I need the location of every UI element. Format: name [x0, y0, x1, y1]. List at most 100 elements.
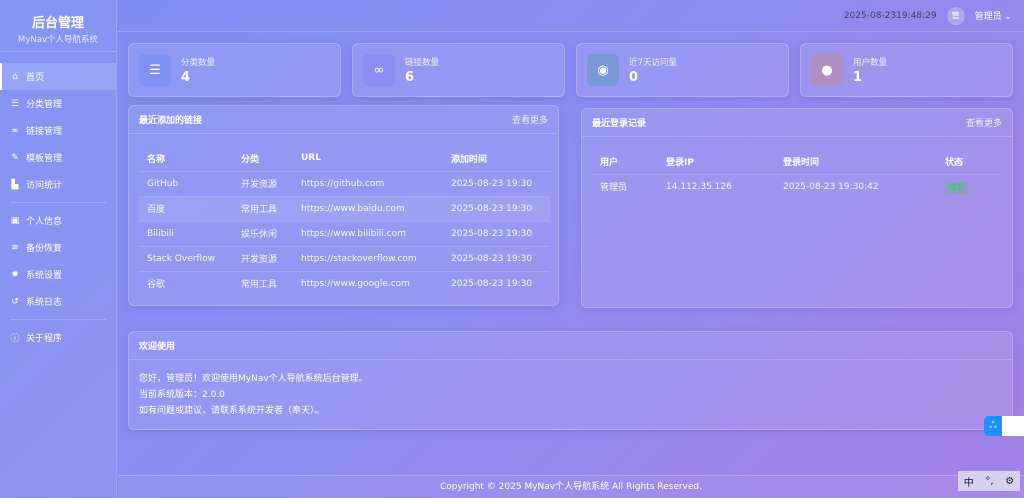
user-icon: ●	[811, 54, 843, 86]
table-cell: 2025-08-23 19:30	[443, 270, 550, 296]
stat-value: 1	[853, 69, 863, 85]
table-cell: https://stackoverflow.com	[293, 245, 443, 271]
brand: 后台管理 MyNav个人导航系统	[0, 0, 116, 52]
column-header: 用户	[600, 157, 619, 168]
table-cell: 开发资源	[233, 170, 293, 196]
table-cell: 百度	[139, 195, 233, 221]
sidebar-nav: ⌂ 首页 ☰ 分类管理 ∞ 链接管理 ✎ 模板管理 ▙ 访问统计 ▣ 个人信息 ≋ 备份恢复 ✹ 系统设置 ↺ 系…	[0, 63, 116, 351]
sidebar-item[interactable]: ▣ 个人信息	[0, 207, 116, 234]
sidebar-item-label: 备份恢复	[26, 244, 63, 254]
column-header: 添加时间	[451, 154, 488, 165]
sidebar-item[interactable]: ✹ 系统设置	[0, 261, 116, 288]
view-more-link[interactable]: 查看更多	[966, 116, 1002, 129]
table-row[interactable]: Bilibili 娱乐休闲 https://www.bilibili.com 2025…	[139, 220, 550, 246]
sidebar-item[interactable]: ▙ 访问统计	[0, 171, 116, 198]
sidebar-item[interactable]: ∞ 链接管理	[0, 117, 116, 144]
table-cell: 2025-08-23 19:30	[443, 245, 550, 271]
table-cell: 14.112.35.126	[658, 173, 775, 199]
links-table: 名称 分类 URL 添加时间 GitHub 开发资源 https://github.com 2…	[139, 146, 550, 296]
table-cell: https://www.google.com	[293, 270, 443, 296]
divider	[10, 202, 106, 203]
user-menu[interactable]: 管理员 ⌄	[975, 9, 1012, 22]
table-row[interactable]: 百度 常用工具 https://www.baidu.com 2025-08-23 19…	[139, 195, 550, 221]
table-cell: https://github.com	[293, 170, 443, 196]
stat-card: ◉ 近7天访问量 0	[576, 43, 789, 97]
table-cell: 开发资源	[233, 245, 293, 271]
link-icon: ∞	[11, 125, 19, 136]
app-title: 后台管理	[31, 16, 84, 31]
version-line: 当前系统版本：2.0.0	[139, 390, 225, 400]
sidebar-item[interactable]: ✎ 模板管理	[0, 144, 116, 171]
sidebar-item[interactable]: ☰ 分类管理	[0, 90, 116, 117]
sidebar-item[interactable]: ≋ 备份恢复	[0, 234, 116, 261]
floating-widget[interactable]: ஃ	[984, 416, 1024, 436]
ime-mode[interactable]: 中	[964, 474, 974, 489]
footer: Copyright © 2025 MyNav个人导航系统 All Rights …	[118, 475, 1024, 497]
stat-card: ∞ 链接数量 6	[352, 43, 565, 97]
sidebar-item[interactable]: ⌂ 首页	[0, 63, 116, 90]
column-header: 登录时间	[783, 157, 820, 168]
history-icon: ↺	[11, 296, 19, 307]
table-cell: Stack Overflow	[139, 245, 233, 271]
datetime: 2025-08-2319:48:29	[843, 10, 937, 21]
sidebar-item-label: 首页	[26, 73, 45, 83]
contact-line: 如有问题或建议，请联系系统开发者（奉天）。	[139, 406, 324, 416]
divider	[10, 319, 106, 320]
stat-label: 链接数量	[405, 57, 440, 68]
stat-value: 6	[405, 69, 415, 85]
stat-label: 近7天访问量	[629, 57, 677, 68]
chevron-down-icon: ⌄	[1004, 12, 1012, 22]
table-row[interactable]: 管理员 14.112.35.126 2025-08-23 19:30:42 成功	[592, 173, 1000, 199]
sidebar-item-label: 链接管理	[26, 127, 63, 137]
card-title: 最近添加的链接	[139, 116, 203, 126]
table-cell: 2025-08-23 19:30	[443, 220, 550, 246]
table-cell: 常用工具	[233, 195, 293, 221]
table-header: 用户 登录IP 登录时间 状态	[592, 149, 1000, 174]
chart-icon: ▙	[11, 179, 19, 190]
sidebar-item[interactable]: ↺ 系统日志	[0, 288, 116, 315]
ime-punct[interactable]: °,	[985, 476, 993, 487]
column-header: 状态	[945, 157, 964, 168]
user-name: 管理员	[974, 12, 1002, 22]
sidebar-item[interactable]: ⓘ 关于程序	[0, 324, 116, 351]
sidebar: 后台管理 MyNav个人导航系统 ⌂ 首页 ☰ 分类管理 ∞ 链接管理 ✎ 模板管理 ▙ 访问统计…	[0, 0, 117, 497]
list-icon: ☰	[10, 98, 20, 109]
sidebar-item-label: 分类管理	[26, 100, 63, 110]
logins-table: 用户 登录IP 登录时间 状态 管理员 14.112.35.126 2025-08-23 1…	[592, 149, 1000, 199]
table-row[interactable]: GitHub 开发资源 https://github.com 2025-08-23 1…	[139, 170, 550, 196]
table-row[interactable]: Stack Overflow 开发资源 https://stackoverflow.…	[139, 245, 550, 271]
table-cell: 成功	[937, 173, 1000, 199]
table-cell: https://www.bilibili.com	[293, 220, 443, 246]
ime-toolbar[interactable]: 中 °, ⚙	[958, 471, 1020, 491]
card-title: 欢迎使用	[139, 342, 176, 352]
home-icon: ⌂	[12, 71, 18, 82]
column-header: 名称	[147, 154, 166, 165]
gear-icon[interactable]: ⚙	[1005, 476, 1014, 487]
table-cell: 常用工具	[233, 270, 293, 296]
table-cell: 2025-08-23 19:30	[443, 195, 550, 221]
table-cell: 2025-08-23 19:30	[443, 170, 550, 196]
sidebar-item-label: 系统设置	[26, 271, 63, 281]
table-cell: 谷歌	[139, 270, 233, 296]
table-cell: Bilibili	[139, 220, 233, 246]
recent-links-card: 最近添加的链接 查看更多 名称 分类 URL 添加时间 GitHub 开发资源 https:/…	[128, 105, 559, 306]
welcome-line: 您好，管理员！欢迎使用MyNav个人导航系统后台管理。	[139, 374, 368, 384]
table-cell: 2025-08-23 19:30:42	[775, 173, 937, 199]
sidebar-item-label: 关于程序	[26, 334, 63, 344]
avatar[interactable]: 管	[946, 6, 965, 25]
brush-icon: ✎	[11, 152, 19, 163]
sidebar-item-label: 模板管理	[26, 154, 63, 164]
table-row[interactable]: 谷歌 常用工具 https://www.google.com 2025-08-23 1…	[139, 270, 550, 296]
welcome-card: 欢迎使用 您好，管理员！欢迎使用MyNav个人导航系统后台管理。 当前系统版本：…	[128, 331, 1013, 430]
table-cell: 管理员	[592, 173, 658, 199]
sidebar-item-label: 系统日志	[26, 298, 63, 308]
view-more-link[interactable]: 查看更多	[512, 113, 548, 126]
sidebar-item-label: 个人信息	[26, 217, 63, 227]
table-cell: 娱乐休闲	[233, 220, 293, 246]
stat-label: 用户数量	[853, 57, 888, 68]
table-header: 名称 分类 URL 添加时间	[139, 146, 550, 171]
recent-logins-card: 最近登录记录 查看更多 用户 登录IP 登录时间 状态 管理员 14.112.35.126 2…	[581, 108, 1013, 308]
stat-card: ● 用户数量 1	[800, 43, 1013, 97]
table-cell: https://www.baidu.com	[293, 195, 443, 221]
list-icon: ☰	[139, 54, 171, 86]
